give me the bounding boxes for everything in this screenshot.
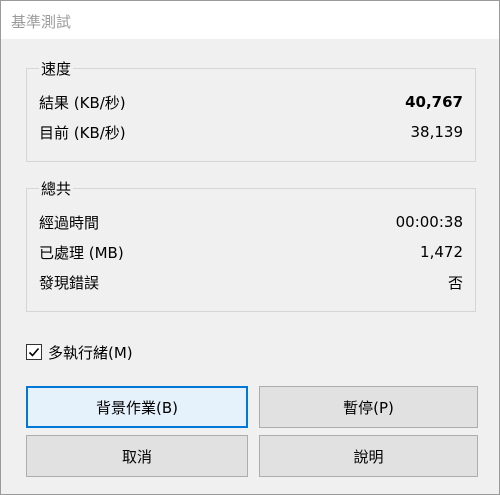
speed-result-label: 結果 (KB/秒) <box>39 93 126 112</box>
processed-row: 已處理 (MB) 1,472 <box>39 241 463 263</box>
total-group: 總共 經過時間 00:00:38 已處理 (MB) 1,472 發現錯誤 否 <box>26 178 476 312</box>
multithread-label: 多執行緒(M) <box>48 343 133 362</box>
speed-result-value: 40,767 <box>405 93 463 111</box>
checkmark-icon <box>28 347 40 357</box>
title-bar[interactable]: 基準測試 <box>1 1 499 39</box>
pause-button[interactable]: 暫停(P) <box>259 386 478 428</box>
processed-value: 1,472 <box>420 243 463 261</box>
speed-result-row: 結果 (KB/秒) 40,767 <box>39 91 463 113</box>
errors-label: 發現錯誤 <box>39 273 100 292</box>
errors-value: 否 <box>447 273 463 292</box>
total-legend: 總共 <box>39 178 74 199</box>
window-title: 基準測試 <box>11 13 72 31</box>
background-button[interactable]: 背景作業(B) <box>26 386 248 428</box>
elapsed-time-label: 經過時間 <box>39 213 100 232</box>
multithread-option[interactable]: 多執行緒(M) <box>26 341 133 363</box>
multithread-checkbox[interactable] <box>26 344 42 360</box>
speed-current-label: 目前 (KB/秒) <box>39 123 126 142</box>
speed-current-value: 38,139 <box>410 123 464 141</box>
cancel-button[interactable]: 取消 <box>26 435 248 477</box>
processed-label: 已處理 (MB) <box>39 243 124 262</box>
benchmark-dialog: 基準測試 速度 結果 (KB/秒) 40,767 目前 (KB/秒) 38,13… <box>0 0 500 495</box>
speed-group: 速度 結果 (KB/秒) 40,767 目前 (KB/秒) 38,139 <box>26 58 476 162</box>
help-button[interactable]: 說明 <box>259 435 478 477</box>
speed-legend: 速度 <box>39 58 74 79</box>
elapsed-time-value: 00:00:38 <box>395 213 463 231</box>
speed-current-row: 目前 (KB/秒) 38,139 <box>39 121 463 143</box>
elapsed-time-row: 經過時間 00:00:38 <box>39 211 463 233</box>
errors-row: 發現錯誤 否 <box>39 271 463 293</box>
